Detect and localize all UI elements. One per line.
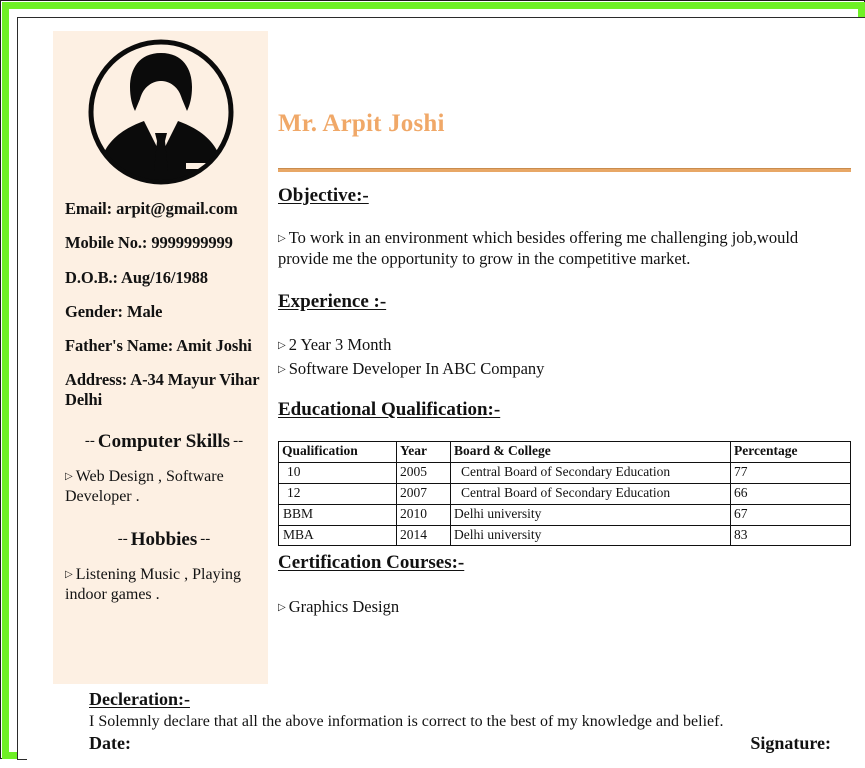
sidebar-field-dob: D.O.B.: Aug/16/1988 xyxy=(65,267,208,287)
triangle-bullet-icon: ▷ xyxy=(278,340,286,351)
cell-qualification: BBM xyxy=(278,503,397,526)
heading-dash-left: -- xyxy=(117,531,128,548)
hobbies-heading: -- Hobbies -- xyxy=(65,529,263,551)
triangle-bullet-icon: ▷ xyxy=(278,364,286,375)
heading-dash-right: -- xyxy=(200,531,211,548)
table-row: MBA 2014 Delhi university 83 xyxy=(278,524,851,547)
cell-board: Delhi university xyxy=(450,524,731,547)
cell-qualification: 10 xyxy=(278,461,397,484)
experience-heading: Experience :- xyxy=(278,291,387,312)
cell-board: Central Board of Secondary Education xyxy=(450,461,731,484)
experience-item: ▷ Software Developer In ABC Company xyxy=(278,358,544,379)
cell-qualification: 12 xyxy=(278,482,397,505)
green-page-border: Email: arpit@gmail.com Mobile No.: 99999… xyxy=(2,2,865,768)
sidebar-panel: Email: arpit@gmail.com Mobile No.: 99999… xyxy=(53,31,268,684)
main-content: Mr. Arpit Joshi Objective:- ▷ To work in … xyxy=(277,27,865,768)
cell-year: 2007 xyxy=(396,482,451,505)
sidebar-field-address: Address: A-34 Mayur Vihar Delhi xyxy=(65,370,260,409)
cell-year: 2014 xyxy=(396,524,451,547)
resume-page-frame: Email: arpit@gmail.com Mobile No.: 99999… xyxy=(0,0,865,768)
heading-text: Computer Skills xyxy=(97,431,231,453)
sidebar-field-email: Email: arpit@gmail.com xyxy=(65,199,238,218)
candidate-name: Mr. Arpit Joshi xyxy=(278,110,445,137)
hobbies-item-text: Listening Music , Playing indoor games . xyxy=(65,566,242,604)
person-silhouette-avatar-icon xyxy=(88,39,233,185)
table-row: 10 2005 Central Board of Secondary Educa… xyxy=(278,461,851,484)
column-header-qualification: Qualification xyxy=(278,441,397,463)
table-row: 12 2007 Central Board of Secondary Educa… xyxy=(278,482,851,505)
education-heading: Educational Qualification:- xyxy=(278,399,501,420)
experience-item: ▷ 2 Year 3 Month xyxy=(278,334,391,355)
heading-dash-right: -- xyxy=(233,433,244,450)
certification-heading: Certification Courses:- xyxy=(278,552,465,573)
sidebar-field-mobile: Mobile No.: 9999999999 xyxy=(65,233,233,253)
experience-item-text: 2 Year 3 Month xyxy=(288,335,392,354)
table-row: BBM 2010 Delhi university 67 xyxy=(278,503,851,526)
objective-text: ▷ To work in an environment which besides… xyxy=(278,227,838,270)
cell-year: 2010 xyxy=(396,503,451,526)
hobbies-item: ▷ Listening Music , Playing indoor games … xyxy=(65,565,263,605)
avatar xyxy=(88,37,234,187)
cell-board: Central Board of Secondary Education xyxy=(450,482,731,505)
computer-skills-item: ▷ Web Design , Software Developer . xyxy=(65,467,263,507)
triangle-bullet-icon: ▷ xyxy=(278,233,286,244)
objective-heading: Objective:- xyxy=(278,185,369,206)
cell-qualification: MBA xyxy=(278,524,397,547)
triangle-bullet-icon: ▷ xyxy=(65,471,73,483)
column-header-year: Year xyxy=(396,441,451,463)
triangle-bullet-icon: ▷ xyxy=(278,602,286,613)
cell-percentage: 83 xyxy=(730,524,851,547)
experience-item-text: Software Developer In ABC Company xyxy=(288,359,545,378)
name-divider-rule xyxy=(278,168,851,172)
heading-text: Hobbies xyxy=(130,529,198,551)
signature-label: Signature: xyxy=(750,733,831,754)
declaration-text: I Solemnly declare that all the above in… xyxy=(89,713,724,730)
cell-board: Delhi university xyxy=(450,503,731,526)
cell-year: 2005 xyxy=(396,461,451,484)
heading-dash-left: -- xyxy=(84,433,95,450)
table-header-row: Qualification Year Board & College Perce… xyxy=(278,441,851,463)
objective-body: To work in an environment which besides … xyxy=(278,228,799,269)
certification-item-text: Graphics Design xyxy=(288,597,400,616)
education-table: Qualification Year Board & College Perce… xyxy=(278,441,851,547)
sidebar-field-gender: Gender: Male xyxy=(65,301,163,321)
cell-percentage: 77 xyxy=(730,461,851,484)
certification-item: ▷ Graphics Design xyxy=(278,596,399,617)
sidebar-details-list: Email: arpit@gmail.com Mobile No.: 99999… xyxy=(65,199,263,608)
cell-percentage: 66 xyxy=(730,482,851,505)
computer-skills-heading: -- Computer Skills -- xyxy=(65,431,263,453)
column-header-percentage: Percentage xyxy=(730,441,851,463)
date-label: Date: xyxy=(89,733,131,754)
computer-skills-item-text: Web Design , Software Developer . xyxy=(65,468,224,506)
declaration-footer-row: Date: Signature: xyxy=(89,733,849,754)
declaration-heading: Decleration:- xyxy=(89,689,190,709)
declaration-section: Decleration:- I Solemnly declare that al… xyxy=(89,689,849,754)
inner-hairline-border: Email: arpit@gmail.com Mobile No.: 99999… xyxy=(17,17,865,768)
sidebar-field-fathers-name: Father's Name: Amit Joshi xyxy=(65,336,252,356)
column-header-board: Board & College xyxy=(450,441,731,463)
triangle-bullet-icon: ▷ xyxy=(65,569,73,581)
cell-percentage: 67 xyxy=(730,503,851,526)
resume-document: Email: arpit@gmail.com Mobile No.: 99999… xyxy=(27,27,865,768)
